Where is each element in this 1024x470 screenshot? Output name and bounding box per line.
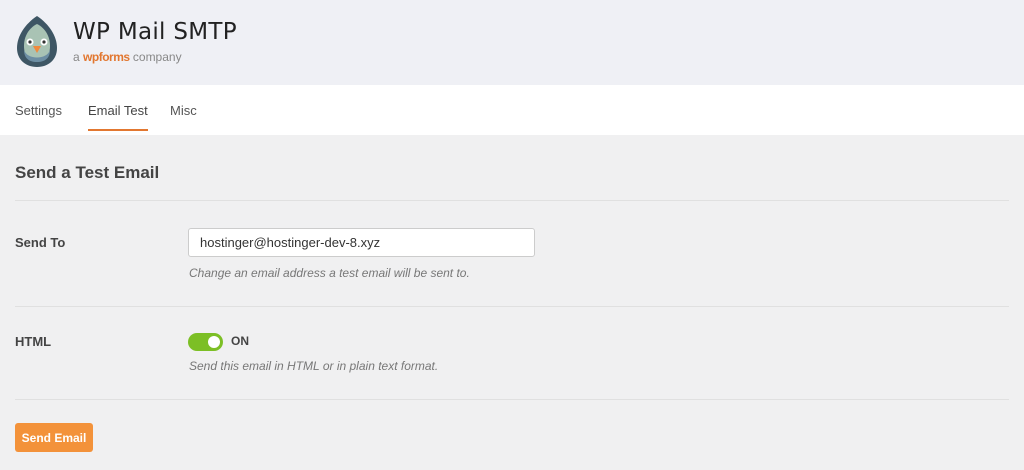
- html-label: HTML: [15, 334, 52, 349]
- wpforms-logo: wpforms: [83, 50, 130, 64]
- tab-email-test[interactable]: Email Test: [88, 103, 148, 131]
- tab-settings[interactable]: Settings: [15, 103, 62, 118]
- tab-misc[interactable]: Misc: [170, 103, 197, 118]
- page-title: Send a Test Email: [15, 163, 160, 182]
- tab-bar: Settings Email Test Misc: [0, 85, 1024, 135]
- header: WP Mail SMTP a wpforms company: [0, 0, 1024, 85]
- toggle-state-label: ON: [231, 334, 249, 348]
- send-email-button[interactable]: Send Email: [15, 423, 93, 452]
- tagline-suffix: company: [132, 50, 182, 64]
- divider: [15, 306, 1009, 307]
- html-toggle[interactable]: [188, 333, 223, 351]
- divider: [15, 200, 1009, 201]
- divider: [15, 399, 1009, 400]
- send-to-input[interactable]: hostinger@hostinger-dev-8.xyz: [188, 228, 535, 257]
- pigeon-logo-icon: [17, 16, 57, 67]
- tagline-prefix: a: [73, 50, 80, 64]
- html-description: Send this email in HTML or in plain text…: [189, 359, 439, 373]
- tagline: a wpforms company: [73, 50, 182, 64]
- app-title: WP Mail SMTP: [73, 19, 237, 45]
- send-to-label: Send To: [15, 235, 66, 250]
- send-to-description: Change an email address a test email wil…: [189, 266, 470, 280]
